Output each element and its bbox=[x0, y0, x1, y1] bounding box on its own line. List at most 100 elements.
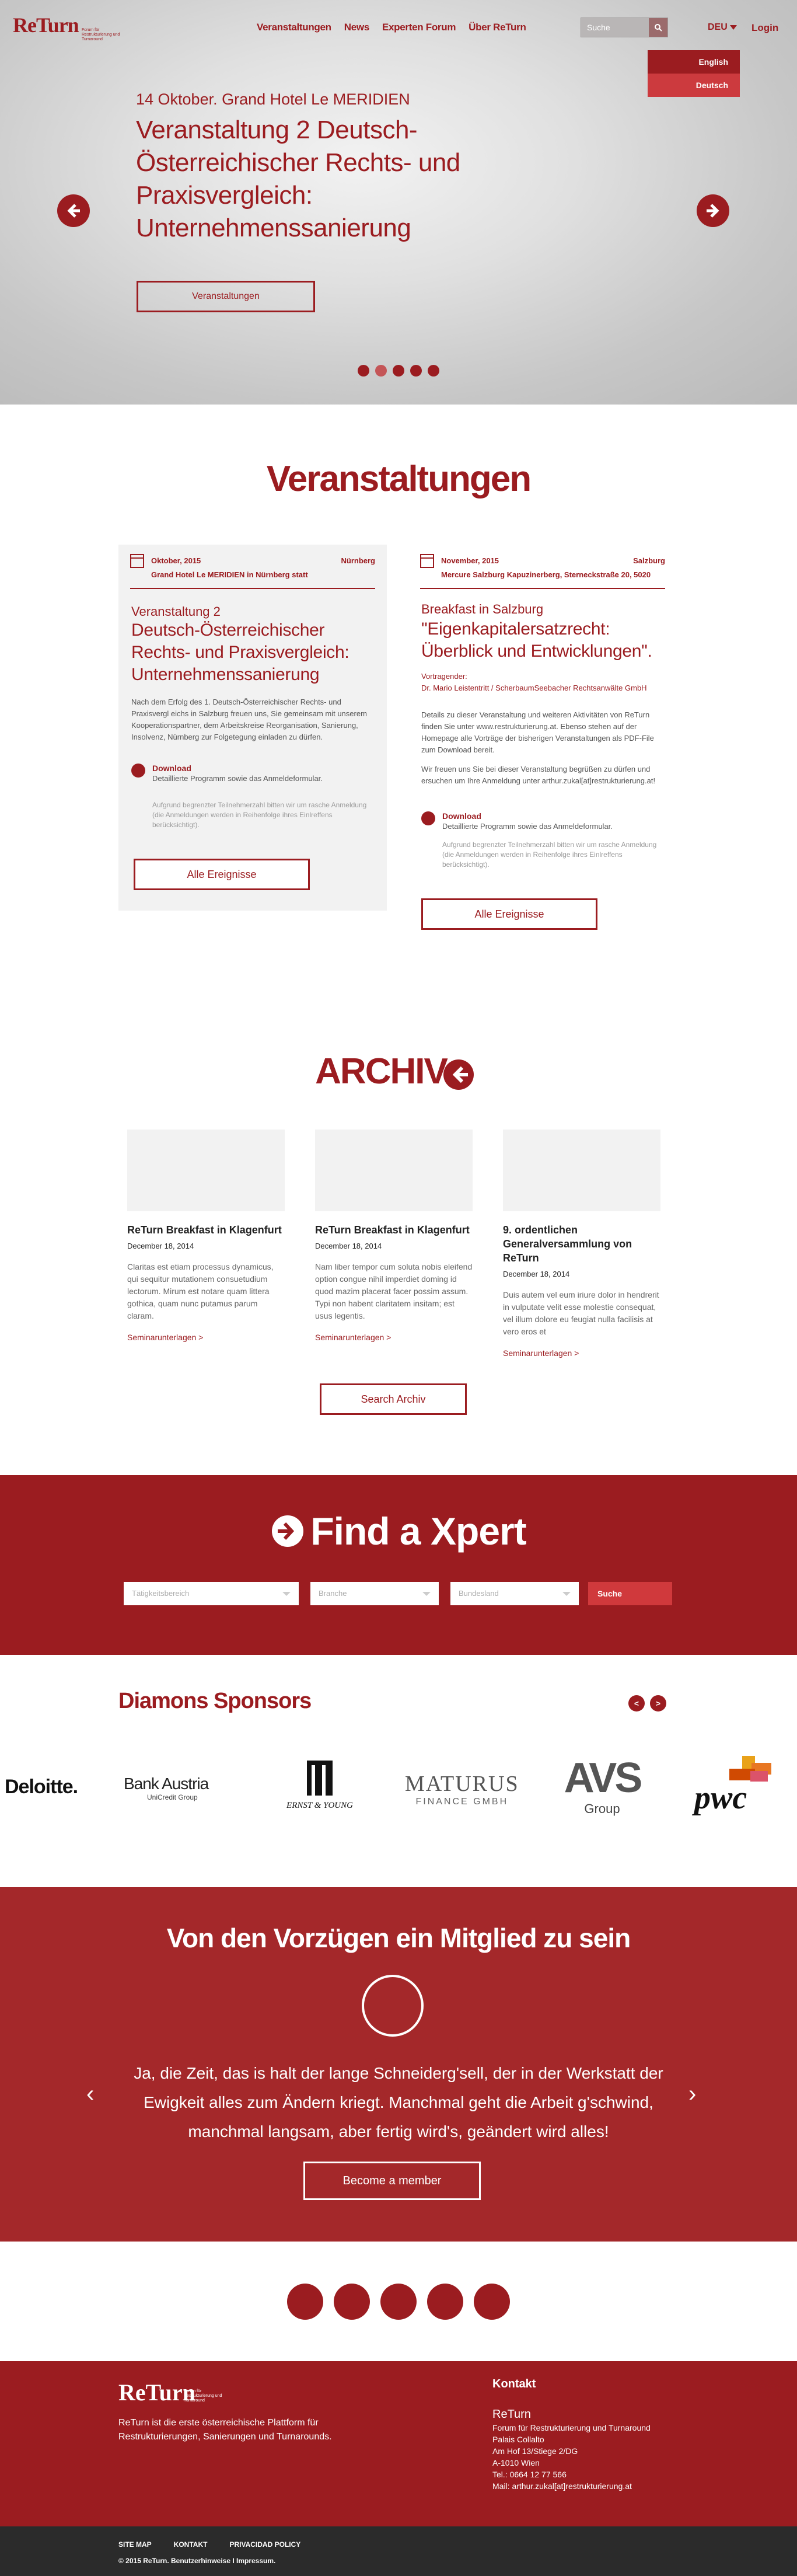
archive-image bbox=[503, 1130, 660, 1211]
seminar-link[interactable]: Seminarunterlagen > bbox=[315, 1333, 473, 1342]
language-selector[interactable]: DEU bbox=[708, 22, 737, 33]
partner-circle[interactable] bbox=[334, 2284, 370, 2320]
copyright: © 2015 ReTurn. Benutzerhinweise I Impres… bbox=[118, 2557, 276, 2565]
slide-dot[interactable] bbox=[358, 365, 369, 377]
event-title[interactable]: Deutsch-Österreichischer Rechts- und Pra… bbox=[131, 619, 374, 686]
event-description: Details zu dieser Veranstaltung und weit… bbox=[421, 710, 654, 754]
archive-title[interactable]: ReTurn Breakfast in Klagenfurt bbox=[315, 1223, 473, 1237]
footer-bottom-bar: SITE MAP KONTAKT PRIVACIDAD POLICY © 201… bbox=[0, 2526, 797, 2576]
footer-link-privacy[interactable]: PRIVACIDAD POLICY bbox=[229, 2540, 300, 2549]
seminar-link[interactable]: Seminarunterlagen > bbox=[503, 1348, 660, 1358]
slide-dot[interactable] bbox=[410, 365, 422, 377]
archive-date: December 18, 2014 bbox=[127, 1242, 194, 1250]
hero-prev-arrow-icon[interactable] bbox=[57, 194, 90, 227]
slide-dot[interactable] bbox=[428, 365, 439, 377]
sponsor-ernst-young[interactable]: ERNST & YOUNG bbox=[273, 1757, 366, 1811]
become-member-button[interactable]: Become a member bbox=[303, 2162, 481, 2200]
archiv-arrow-icon bbox=[443, 1059, 474, 1090]
site-footer: ReTurn Forum für Restrukturierung und Tu… bbox=[0, 2361, 797, 2526]
event-description-2: Wir freuen uns Sie bei dieser Veranstalt… bbox=[421, 765, 656, 785]
seminar-link[interactable]: Seminarunterlagen > bbox=[127, 1333, 285, 1342]
event-note: Aufgrund begrenzter Teilnehmerzahl bitte… bbox=[152, 801, 367, 829]
footer-address: ReTurn Forum für Restrukturierung und Tu… bbox=[492, 2408, 651, 2492]
logo[interactable]: ReTurn Forum für Restrukturierung und Tu… bbox=[13, 13, 120, 43]
download-icon bbox=[131, 764, 145, 778]
footer-links: SITE MAP KONTAKT PRIVACIDAD POLICY bbox=[118, 2540, 300, 2549]
sponsors-next-icon[interactable]: > bbox=[650, 1695, 666, 1711]
archive-title[interactable]: ReTurn Breakfast in Klagenfurt bbox=[127, 1223, 285, 1237]
language-option-deutsch[interactable]: Deutsch bbox=[648, 74, 740, 97]
archive-title[interactable]: 9. ordentlichen Generalversammlung von R… bbox=[503, 1223, 660, 1265]
hero-title: Veranstaltung 2 Deutsch-Österreichischer… bbox=[136, 116, 460, 242]
language-option-english[interactable]: English bbox=[648, 50, 740, 74]
hero-veranstaltungen-button[interactable]: Veranstaltungen bbox=[137, 281, 315, 312]
event-header: Oktober, 2015 Nürnberg Grand Hotel Le ME… bbox=[130, 554, 375, 589]
event-note: Aufgrund begrenzter Teilnehmerzahl bitte… bbox=[442, 841, 657, 869]
xpert-title: Find a Xpert bbox=[0, 1509, 797, 1553]
download-icon bbox=[421, 811, 435, 825]
membership-quote: Ja, die Zeit, das is halt der lange Schn… bbox=[134, 2064, 663, 2141]
hero-next-arrow-icon[interactable] bbox=[697, 194, 729, 227]
search-input[interactable] bbox=[581, 18, 650, 37]
event-city: Salzburg bbox=[633, 556, 665, 565]
all-events-button[interactable]: Alle Ereignisse bbox=[134, 859, 310, 890]
sponsor-maturus[interactable]: MATURUS FINANCE GMBH bbox=[405, 1771, 519, 1807]
nav-ueber-return[interactable]: Über ReTurn bbox=[469, 22, 526, 33]
nav-experten-forum[interactable]: Experten Forum bbox=[382, 22, 456, 33]
sponsors-prev-icon[interactable]: < bbox=[628, 1695, 645, 1711]
sponsor-pwc[interactable]: pwc bbox=[694, 1756, 797, 1826]
archive-text: Nam liber tempor cum soluta nobis eleife… bbox=[315, 1262, 473, 1320]
site-header: ReTurn Forum für Restrukturierung und Tu… bbox=[0, 0, 797, 97]
slide-dot[interactable] bbox=[393, 365, 404, 377]
footer-link-kontakt[interactable]: KONTAKT bbox=[174, 2540, 208, 2549]
partner-circle[interactable] bbox=[474, 2284, 510, 2320]
partner-circle[interactable] bbox=[287, 2284, 323, 2320]
footer-link-sitemap[interactable]: SITE MAP bbox=[118, 2540, 152, 2549]
archive-text: Duis autem vel eum iriure dolor in hendr… bbox=[503, 1290, 659, 1336]
sponsor-logos: Deloitte. Bank Austria UniCredit Group E… bbox=[0, 1751, 797, 1827]
archive-image bbox=[127, 1130, 285, 1211]
event-header: November, 2015 Salzburg Mercure Salzburg… bbox=[420, 554, 665, 589]
nav-veranstaltungen[interactable]: Veranstaltungen bbox=[257, 22, 331, 33]
chevron-down-icon bbox=[422, 1592, 431, 1596]
all-events-button[interactable]: Alle Ereignisse bbox=[421, 898, 597, 930]
search-archiv-button[interactable]: Search Archiv bbox=[320, 1383, 467, 1415]
footer-description: ReTurn ist die erste österreichische Pla… bbox=[118, 2418, 332, 2442]
partner-circle[interactable] bbox=[380, 2284, 417, 2320]
partner-circle[interactable] bbox=[427, 2284, 463, 2320]
sponsor-deloitte[interactable]: Deloitte. bbox=[5, 1776, 78, 1798]
quote-prev-icon[interactable]: ‹ bbox=[86, 2081, 94, 2107]
xpert-search-button[interactable]: Suche bbox=[588, 1582, 672, 1605]
chevron-down-icon bbox=[282, 1592, 291, 1596]
nav-news[interactable]: News bbox=[344, 22, 370, 33]
membership-section: Von den Vorzügen ein Mitglied zu sein ‹ … bbox=[0, 1887, 797, 2242]
slide-dot[interactable] bbox=[375, 365, 387, 377]
speaker-label: Vortragender: bbox=[421, 672, 467, 681]
archiv-section-title: ARCHIV bbox=[315, 1051, 448, 1092]
sponsors-title: Diamons Sponsors bbox=[118, 1689, 312, 1713]
sponsor-avs-group[interactable]: AVS Group bbox=[548, 1755, 656, 1817]
event-venue: Mercure Salzburg Kapuzinerberg, Sterneck… bbox=[441, 570, 651, 579]
main-nav: Veranstaltungen News Experten Forum Über… bbox=[257, 22, 526, 33]
taetigkeitsbereich-select[interactable]: Tätigkeitsbereich bbox=[124, 1582, 299, 1605]
event-card: Oktober, 2015 Nürnberg Grand Hotel Le ME… bbox=[118, 545, 387, 911]
event-title[interactable]: "Eigenkapitalersatzrecht: Überblick und … bbox=[421, 618, 664, 663]
bundesland-select[interactable]: Bundesland bbox=[450, 1582, 579, 1605]
event-month: Oktober, 2015 bbox=[151, 556, 201, 565]
membership-title: Von den Vorzügen ein Mitglied zu sein bbox=[166, 1923, 631, 1953]
quote-next-icon[interactable]: › bbox=[688, 2081, 696, 2107]
archive-card: ReTurn Breakfast in Klagenfurt December … bbox=[315, 1130, 473, 1342]
event-city: Nürnberg bbox=[341, 556, 376, 565]
footer-contact-title: Kontakt bbox=[492, 2378, 536, 2390]
hero-pagination bbox=[0, 365, 797, 377]
ey-logo-icon bbox=[307, 1761, 333, 1796]
login-link[interactable]: Login bbox=[751, 22, 778, 34]
search-icon[interactable] bbox=[649, 18, 667, 37]
find-xpert-section: Find a Xpert Tätigkeitsbereich Branche B… bbox=[0, 1475, 797, 1655]
event-type: Veranstaltung 2 bbox=[131, 604, 221, 619]
footer-email[interactable]: Mail: arthur.zukal[at]restrukturierung.a… bbox=[492, 2480, 651, 2492]
sponsor-bank-austria[interactable]: Bank Austria UniCredit Group bbox=[124, 1775, 209, 1801]
hero-date: 14 Oktober. Grand Hotel Le MERIDIEN bbox=[136, 90, 410, 108]
archive-card: 9. ordentlichen Generalversammlung von R… bbox=[503, 1130, 660, 1358]
branche-select[interactable]: Branche bbox=[310, 1582, 439, 1605]
